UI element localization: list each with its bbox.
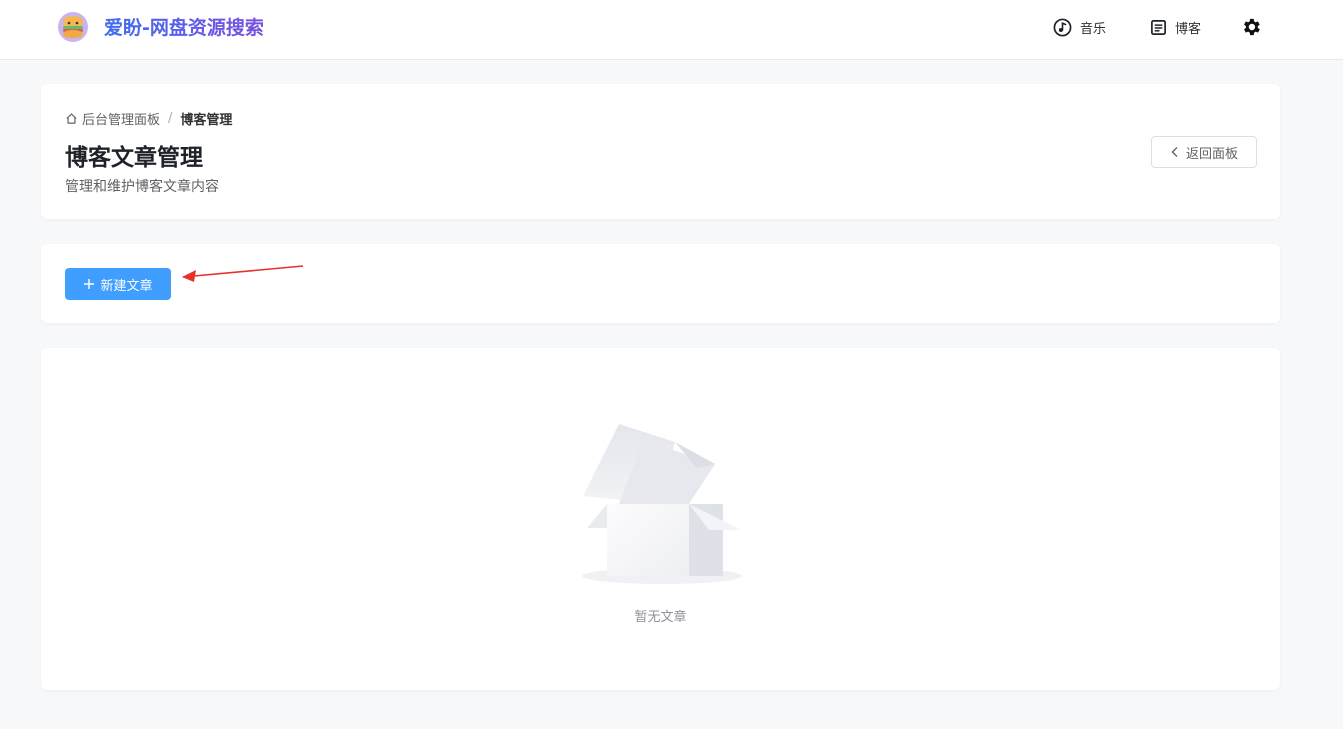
nav-blog-label: 博客 (1175, 21, 1202, 37)
chevron-left-icon (1171, 147, 1178, 157)
back-button-label: 返回面板 (1185, 146, 1238, 162)
document-icon (1151, 19, 1166, 35)
back-to-panel-button[interactable]: 返回面板 (1151, 136, 1257, 168)
plus-icon (84, 279, 95, 289)
nav-music-label: 音乐 (1080, 21, 1107, 37)
article-list-card: 暂无文章 (41, 348, 1280, 690)
breadcrumb-current: 博客管理 (180, 112, 233, 128)
breadcrumb-separator: / (168, 110, 173, 126)
nav-blog[interactable]: 博客 (1150, 16, 1201, 38)
empty-box-icon (582, 424, 742, 584)
page-title: 博客文章管理 (65, 145, 203, 171)
logo-icon[interactable] (57, 11, 89, 43)
toolbar-card: 新建文章 (41, 244, 1280, 323)
gear-icon[interactable] (1240, 16, 1262, 38)
annotation-arrow-icon (182, 265, 304, 282)
brand-title[interactable]: 爱盼-网盘资源搜索 (104, 14, 264, 42)
new-article-button[interactable]: 新建文章 (65, 268, 171, 300)
page-header-card: 后台管理面板 / 博客管理 博客文章管理 管理和维护博客文章内容 返回面板 (41, 84, 1280, 219)
empty-state-text: 暂无文章 (634, 610, 687, 625)
new-article-label: 新建文章 (100, 278, 153, 294)
nav-music[interactable]: 音乐 (1053, 16, 1106, 38)
breadcrumb-root[interactable]: 后台管理面板 (82, 109, 160, 128)
top-bar: 爱盼-网盘资源搜索 音乐 博客 (0, 0, 1343, 60)
breadcrumb: 后台管理面板 / 博客管理 (65, 108, 232, 128)
page-subtitle: 管理和维护博客文章内容 (65, 179, 219, 195)
music-icon (1053, 18, 1072, 36)
home-icon (66, 112, 77, 124)
